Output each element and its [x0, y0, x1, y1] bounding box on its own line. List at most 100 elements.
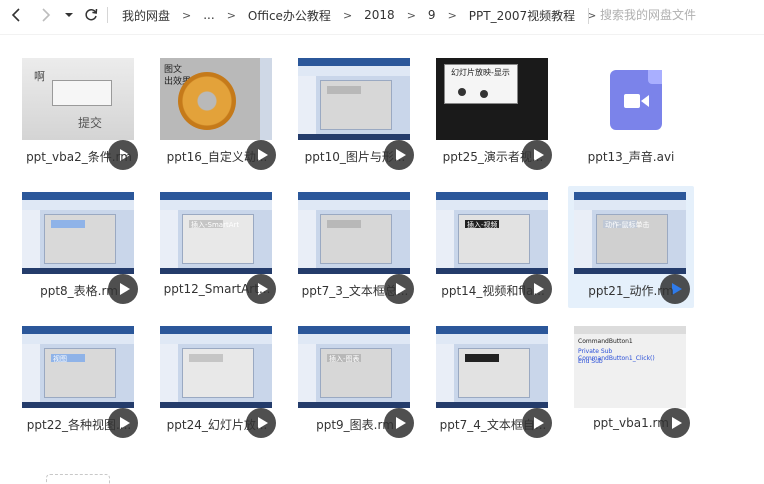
file-name: ppt9_图表.rm [316, 418, 394, 432]
thumb-text: 提交 [78, 116, 103, 130]
thumb-ribbon [436, 200, 548, 210]
thumb-titlebar [298, 326, 410, 334]
thumb-titlebar [298, 192, 410, 200]
refresh-button[interactable] [80, 4, 102, 26]
thumb-ribbon [298, 66, 410, 76]
thumb-text: 动作-鼠标单击 [605, 221, 650, 229]
thumb-ribbon [22, 200, 134, 210]
video-thumbnail: 动作-鼠标单击 [574, 192, 686, 274]
thumb-ring [178, 72, 236, 130]
video-thumbnail: 插入-图表 [298, 326, 410, 408]
file-fold [648, 70, 662, 84]
thumb-slide [320, 214, 392, 264]
breadcrumb-item[interactable]: 2018 [358, 8, 401, 22]
video-thumbnail: 视图 [22, 326, 134, 408]
thumb-titlebar [160, 192, 272, 200]
thumb-panel [260, 58, 272, 140]
thumb-dot [458, 88, 466, 96]
file-tile[interactable]: ppt13_声音.avi [568, 52, 694, 174]
thumb-slide-title [51, 220, 85, 228]
video-thumbnail [22, 192, 134, 274]
file-tile[interactable]: ppt7_4_文本框自... [430, 320, 556, 442]
thumb-text: 插入-图表 [329, 355, 360, 363]
thumb-taskbar [22, 268, 134, 274]
file-name: ppt12_SmartArt... [163, 282, 271, 296]
file-tile[interactable]: 插入-图表 ppt9_图表.rm [292, 320, 418, 442]
breadcrumb-item[interactable]: ... [197, 8, 220, 22]
breadcrumb-item[interactable]: 9 [422, 8, 442, 22]
thumb-taskbar [574, 268, 686, 274]
file-tile[interactable]: ppt8_表格.rm [16, 186, 142, 308]
thumb-ribbon [160, 334, 272, 344]
thumb-ribbon [298, 200, 410, 210]
chevron-left-icon [11, 8, 20, 22]
video-thumbnail: CommandButton1 Private Sub CommandButton1… [574, 326, 686, 408]
thumb-text: 插入-视频 [467, 221, 498, 229]
thumb-slide-pane [160, 210, 178, 268]
thumb-slide: 插入-视频 [458, 214, 530, 264]
search-divider [588, 8, 589, 24]
thumb-text: End Sub [578, 358, 603, 365]
breadcrumb-separator: > [342, 8, 353, 22]
thumb-ribbon [298, 334, 410, 344]
thumb-slide-pane [436, 344, 454, 402]
search-box [588, 4, 760, 26]
forward-button[interactable] [34, 4, 56, 26]
thumb-ribbon [160, 200, 272, 210]
video-file-icon [574, 58, 686, 140]
breadcrumb-item-current[interactable]: PPT_2007视频教程 [463, 7, 581, 24]
file-tile[interactable]: CommandButton1 Private Sub CommandButton1… [568, 320, 694, 442]
thumb-slide-title [327, 86, 361, 94]
thumb-slide-pane [22, 210, 40, 268]
file-name: ppt7_4_文本框自... [439, 418, 547, 432]
chevron-right-icon [42, 8, 51, 22]
file-tile[interactable]: 啊提交 ppt_vba2_条件.rm [16, 52, 142, 174]
thumb-ribbon [22, 334, 134, 344]
file-tile[interactable]: 动作-鼠标单击 ppt21_动作.rm [568, 186, 694, 308]
file-name: ppt13_声音.avi [587, 150, 675, 164]
thumb-slide-pane [298, 210, 316, 268]
file-tile[interactable]: 幻灯片放映-显示 ppt25_演示者视... [430, 52, 556, 174]
file-tile[interactable]: ppt10_图片与形... [292, 52, 418, 174]
thumb-text: 视图 [53, 355, 67, 363]
thumb-slide [44, 214, 116, 264]
thumb-slide [182, 348, 254, 398]
file-name: ppt10_图片与形... [304, 150, 406, 164]
thumb-card: 幻灯片放映-显示 [444, 64, 518, 104]
thumb-slide-pane [574, 210, 592, 268]
thumb-titlebar [160, 326, 272, 334]
video-thumbnail: 啊提交 [22, 58, 134, 140]
file-name: ppt21_动作.rm [588, 284, 674, 298]
thumb-titlebar [436, 326, 548, 334]
thumb-taskbar [298, 268, 410, 274]
breadcrumb-separator: > [226, 8, 236, 22]
breadcrumb-item[interactable]: Office办公教程 [242, 7, 337, 24]
breadcrumb-separator: > [182, 8, 192, 22]
file-name: ppt8_表格.rm [40, 284, 118, 298]
thumb-taskbar [298, 134, 410, 140]
navigation-bar: 我的网盘 > ... > Office办公教程 > 2018 > 9 > PPT… [0, 0, 764, 30]
thumb-slide-pane [298, 344, 316, 402]
thumb-text: CommandButton1 [578, 338, 633, 345]
video-thumbnail [298, 58, 410, 140]
video-thumbnail [436, 326, 548, 408]
thumb-dot [480, 90, 488, 98]
breadcrumb-item[interactable]: 我的网盘 [116, 7, 176, 24]
thumb-titlebar [22, 192, 134, 200]
video-thumbnail: 图文 出效果 [160, 58, 272, 140]
file-tile[interactable]: 图文 出效果 ppt16_自定义动... [154, 52, 280, 174]
file-tile[interactable]: ppt24_幻灯片放... [154, 320, 280, 442]
video-thumbnail: 插入-视频 [436, 192, 548, 274]
thumb-ribbon [574, 200, 686, 210]
back-button[interactable] [6, 4, 28, 26]
file-tile[interactable]: ppt7_3_文本框总... [292, 186, 418, 308]
video-camera-icon [624, 94, 649, 108]
search-input[interactable] [588, 8, 748, 22]
file-name: ppt22_各种视图.... [26, 418, 132, 432]
file-name: ppt7_3_文本框总... [301, 284, 409, 298]
file-name: ppt14_视频和fla... [441, 284, 545, 298]
file-tile[interactable]: 视图 ppt22_各种视图.... [16, 320, 142, 442]
history-dropdown-button[interactable] [60, 4, 78, 26]
file-tile[interactable]: 插入-视频 ppt14_视频和fla... [430, 186, 556, 308]
file-tile[interactable]: 插入-SmartArt ppt12_SmartArt... [154, 186, 280, 308]
